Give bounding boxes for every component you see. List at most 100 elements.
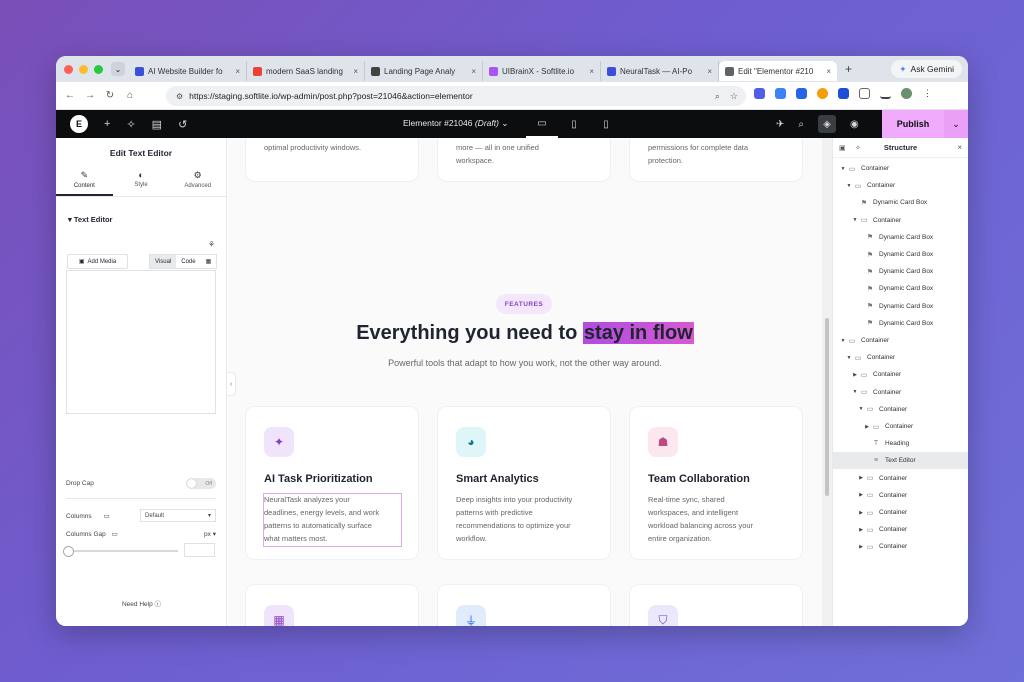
extension-icon[interactable] xyxy=(838,88,849,99)
tab-close-icon[interactable]: × xyxy=(826,67,831,76)
ai-sparkle-icon[interactable]: ✧ xyxy=(126,118,135,131)
expand-right-icon[interactable]: ▶ xyxy=(857,492,865,498)
close-window-button[interactable] xyxy=(64,64,73,74)
structure-node[interactable]: ⚑ Dynamic Card Box xyxy=(833,263,968,280)
structure-node[interactable]: ▶ ▭ Container xyxy=(833,504,968,521)
tab-close-icon[interactable]: × xyxy=(353,67,358,76)
expand-down-icon[interactable]: ▼ xyxy=(851,389,859,395)
browser-tab[interactable]: Landing Page Analy × xyxy=(365,61,483,81)
structure-node[interactable]: ⚑ Dynamic Card Box xyxy=(833,315,968,332)
feature-card[interactable]: optimal productivity windows. xyxy=(245,138,419,182)
columns-select[interactable]: Default ▾ xyxy=(140,509,216,522)
expand-down-icon[interactable]: ▼ xyxy=(851,217,859,223)
document-title-dropdown[interactable]: Elementor #21046 (Draft) ⌄ xyxy=(403,118,508,129)
expand-down-icon[interactable]: ▼ xyxy=(839,166,847,172)
feature-text[interactable]: NeuralTask analyzes your deadlines, ener… xyxy=(264,493,404,545)
extension-icon[interactable] xyxy=(775,88,786,99)
browser-tab[interactable]: NeuralTask — AI-Po × xyxy=(601,61,719,81)
structure-node[interactable]: ▼ ▭ Container xyxy=(833,384,968,401)
reload-icon[interactable]: ↻ xyxy=(100,90,120,101)
code-tab[interactable]: Code xyxy=(176,255,200,268)
browser-tab[interactable]: UIBrainX - Softlite.io × xyxy=(483,61,601,81)
feature-card-team-collaboration[interactable]: ☗ Team Collaboration Real-time sync, sha… xyxy=(629,406,803,560)
expand-down-icon[interactable]: ▼ xyxy=(839,338,847,344)
tab-advanced[interactable]: ⚙ Advanced xyxy=(169,170,226,196)
structure-node[interactable]: ▼ ▭ Container xyxy=(833,401,968,418)
browser-tab[interactable]: AI Website Builder fo × xyxy=(129,61,247,81)
profile-avatar[interactable] xyxy=(901,88,912,99)
minimize-window-button[interactable] xyxy=(79,64,88,74)
structure-node[interactable]: ▼ ▭ Container xyxy=(833,212,968,229)
desktop-device-icon[interactable]: ▭ xyxy=(526,110,558,138)
site-info-icon[interactable]: ⚙ xyxy=(176,92,183,101)
ask-gemini-button[interactable]: ✦ Ask Gemini xyxy=(891,60,962,78)
text-editor-area[interactable] xyxy=(66,270,216,414)
browser-menu-icon[interactable]: ⋮ xyxy=(922,88,933,99)
feature-card[interactable]: permissions for complete data protection… xyxy=(629,138,803,182)
structure-node[interactable]: ≡ Text Editor xyxy=(833,452,968,470)
history-icon[interactable]: ↺ xyxy=(178,118,187,131)
forward-arrow-icon[interactable]: → xyxy=(80,90,100,101)
preview-eye-icon[interactable]: ◉ xyxy=(850,119,859,130)
mobile-device-icon[interactable]: ▯ xyxy=(590,110,622,138)
tab-close-icon[interactable]: × xyxy=(471,67,476,76)
toolbar-toggle-icon[interactable]: ▦ xyxy=(201,255,217,268)
feature-card-ai-task[interactable]: ✦ AI Task Prioritization NeuralTask anal… xyxy=(245,406,419,560)
structure-layers-icon[interactable]: ◈ xyxy=(818,115,836,133)
back-arrow-icon[interactable]: ← xyxy=(60,90,80,101)
maximize-window-button[interactable] xyxy=(94,64,103,74)
ai-assist-icon[interactable]: ⚘ xyxy=(208,240,215,249)
notifications-rocket-icon[interactable]: ✈ xyxy=(776,119,784,130)
add-element-plus-icon[interactable]: + xyxy=(104,118,110,130)
tab-close-icon[interactable]: × xyxy=(707,67,712,76)
tab-close-icon[interactable]: × xyxy=(235,67,240,76)
structure-node[interactable]: ▼ ▭ Container xyxy=(833,332,968,349)
text-editor-section-toggle[interactable]: ▾ Text Editor xyxy=(68,215,226,224)
bookmark-star-icon[interactable]: ☆ xyxy=(730,91,738,102)
extension-icon[interactable] xyxy=(817,88,828,99)
feature-card[interactable]: more — all in one unified workspace. xyxy=(437,138,611,182)
tab-style[interactable]: ◐ Style xyxy=(113,170,170,196)
expand-right-icon[interactable]: ▶ xyxy=(857,527,865,533)
page-settings-icon[interactable]: ▤ xyxy=(152,118,162,131)
download-icon[interactable] xyxy=(880,88,891,99)
structure-node[interactable]: ▶ ▭ Container xyxy=(833,470,968,487)
expand-down-icon[interactable]: ▼ xyxy=(857,406,865,412)
responsive-desktop-icon[interactable]: ▭ xyxy=(112,531,118,538)
expand-right-icon[interactable]: ▶ xyxy=(851,372,859,378)
structure-node[interactable]: ▼ ▭ Container xyxy=(833,177,968,194)
structure-node[interactable]: ▶ ▭ Container xyxy=(833,487,968,504)
structure-node[interactable]: ⚑ Dynamic Card Box xyxy=(833,246,968,263)
structure-node[interactable]: ⚑ Dynamic Card Box xyxy=(833,229,968,246)
new-tab-plus-icon[interactable]: + xyxy=(845,62,852,76)
feature-card[interactable]: ⏚ xyxy=(437,584,611,626)
structure-node[interactable]: ▶ ▭ Container xyxy=(833,521,968,538)
tab-close-icon[interactable]: × xyxy=(589,67,594,76)
home-icon[interactable]: ⌂ xyxy=(120,90,140,101)
structure-node[interactable]: ⚑ Dynamic Card Box xyxy=(833,298,968,315)
structure-node[interactable]: ▼ ▭ Container xyxy=(833,160,968,177)
close-icon[interactable]: × xyxy=(957,143,962,152)
puzzle-extensions-icon[interactable] xyxy=(859,88,870,99)
publish-options-chevron-icon[interactable]: ⌄ xyxy=(944,110,968,138)
structure-node[interactable]: ▶ ▭ Container xyxy=(833,538,968,555)
structure-node[interactable]: ▶ ▭ Container xyxy=(833,366,968,383)
structure-node[interactable]: ⚑ Dynamic Card Box xyxy=(833,280,968,297)
expand-down-icon[interactable]: ▼ xyxy=(845,183,853,189)
visual-tab[interactable]: Visual xyxy=(150,255,177,268)
add-media-button[interactable]: ▣ Add Media xyxy=(67,254,128,269)
tab-search-chevron-icon[interactable]: ⌄ xyxy=(111,62,125,76)
url-field[interactable]: ⚙ https://staging.softlite.io/wp-admin/p… xyxy=(166,86,746,106)
drop-cap-toggle[interactable]: Off xyxy=(186,478,216,489)
unit-select[interactable]: px ▾ xyxy=(204,530,216,538)
expand-down-icon[interactable]: ▼ xyxy=(845,355,853,361)
search-icon[interactable]: ⌕ xyxy=(798,119,804,130)
tablet-device-icon[interactable]: ▯ xyxy=(558,110,590,138)
need-help-link[interactable]: Need Help ⓘ xyxy=(56,598,227,608)
panel-collapse-chevron-icon[interactable]: ‹ xyxy=(226,372,236,396)
structure-view-icon[interactable]: ▣ xyxy=(839,144,846,152)
structure-ai-icon[interactable]: ✧ xyxy=(855,144,861,152)
responsive-desktop-icon[interactable]: ▭ xyxy=(103,513,109,520)
publish-button[interactable]: Publish xyxy=(882,110,944,138)
structure-node[interactable]: T Heading xyxy=(833,435,968,452)
